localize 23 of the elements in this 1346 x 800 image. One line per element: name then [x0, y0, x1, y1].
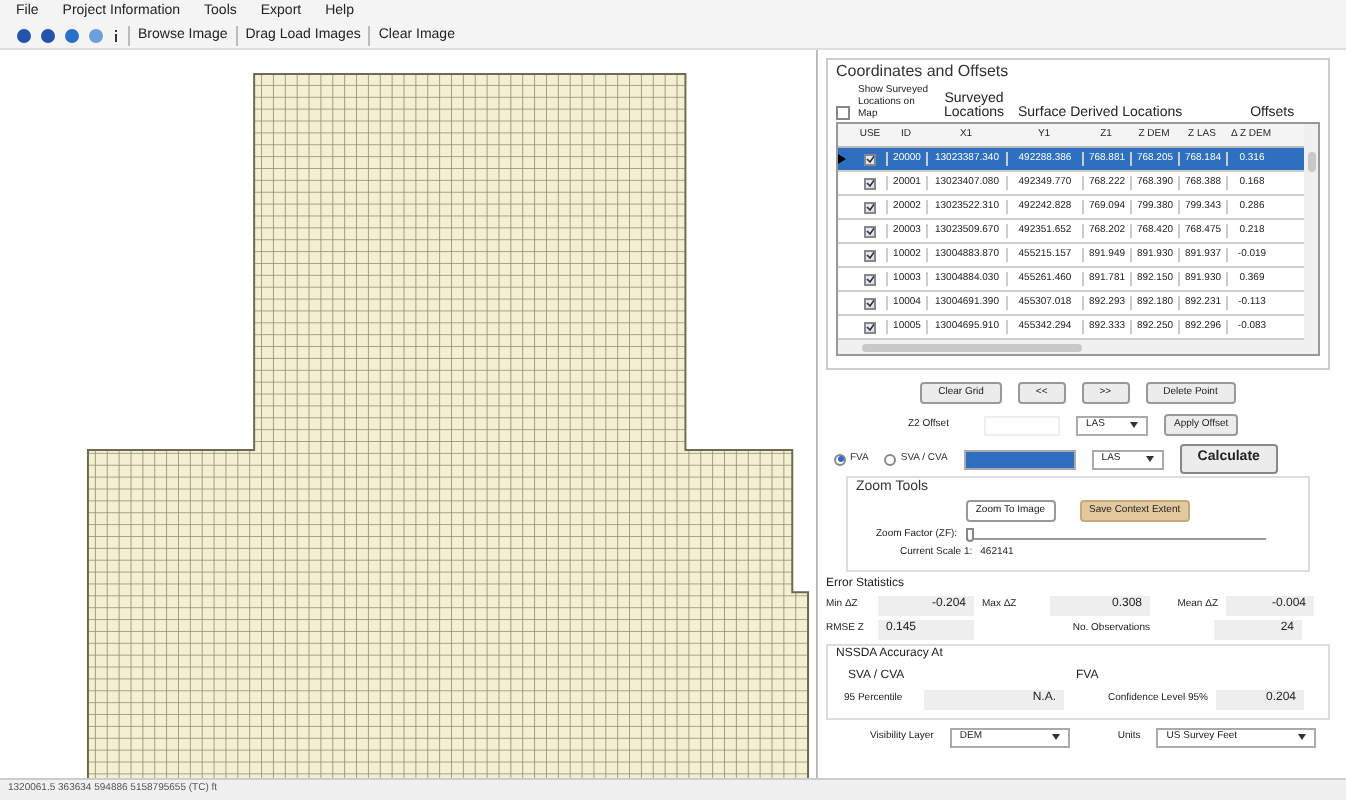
spinner-field[interactable] — [963, 449, 1076, 469]
caret-icon — [1145, 456, 1154, 462]
info-icon[interactable] — [112, 28, 120, 44]
checkbox[interactable] — [864, 249, 876, 261]
checkbox[interactable] — [864, 321, 876, 333]
slider-thumb[interactable] — [965, 528, 974, 543]
scrollbar-thumb[interactable] — [1307, 152, 1315, 172]
radio-button[interactable] — [884, 453, 897, 465]
group-title: Coordinates and Offsets — [836, 60, 1011, 84]
scrollbar-thumb[interactable] — [862, 343, 1082, 351]
checkbox[interactable] — [864, 153, 876, 165]
radio-button[interactable] — [834, 453, 846, 465]
caret-icon — [1298, 734, 1307, 740]
checkbox[interactable] — [836, 106, 850, 120]
row-pointer-icon — [838, 154, 846, 164]
checkbox[interactable] — [864, 201, 876, 213]
slider[interactable] — [965, 528, 1266, 541]
checkbox[interactable] — [864, 177, 876, 189]
checkbox[interactable] — [864, 225, 876, 237]
checkbox[interactable] — [864, 297, 876, 309]
checkbox[interactable] — [864, 273, 876, 285]
caret-icon — [1051, 734, 1060, 740]
caret-icon — [1130, 422, 1138, 428]
